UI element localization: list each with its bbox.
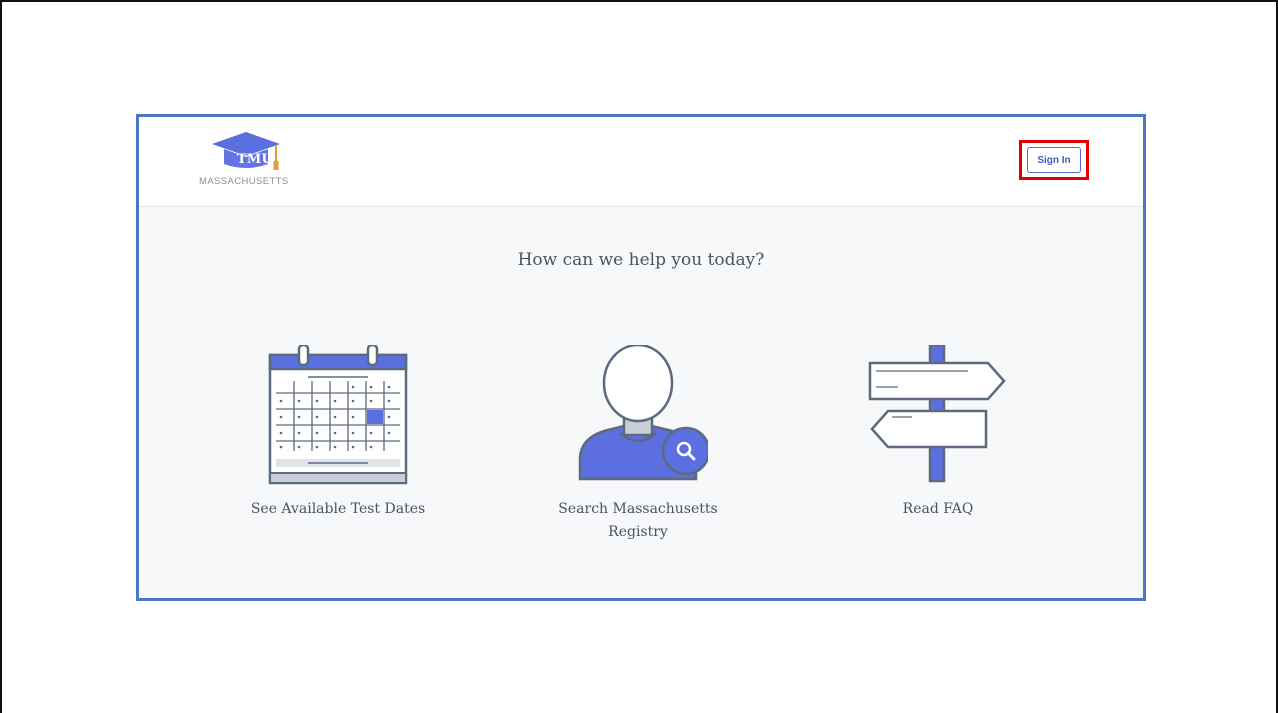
faq-label: Read FAQ [902,501,974,517]
page-heading: How can we help you today? [517,250,765,270]
person-search-icon [578,345,708,481]
app-window: TMU MASSACHUSETTS Sign In How can we hel… [136,114,1146,601]
calendar-icon [268,345,408,485]
logo-text: TMU [236,152,274,167]
test-dates-label: See Available Test Dates [250,501,426,517]
registry-search-label: Search Massachusetts Registry [558,501,718,540]
signpost-icon [868,345,1006,483]
tmu-logo[interactable]: TMU MASSACHUSETTS [195,130,305,190]
top-header: TMU MASSACHUSETTS Sign In [139,117,1143,207]
sign-in-button[interactable]: Sign In [1027,147,1081,173]
logo-subtitle: MASSACHUSETTS [199,176,289,187]
